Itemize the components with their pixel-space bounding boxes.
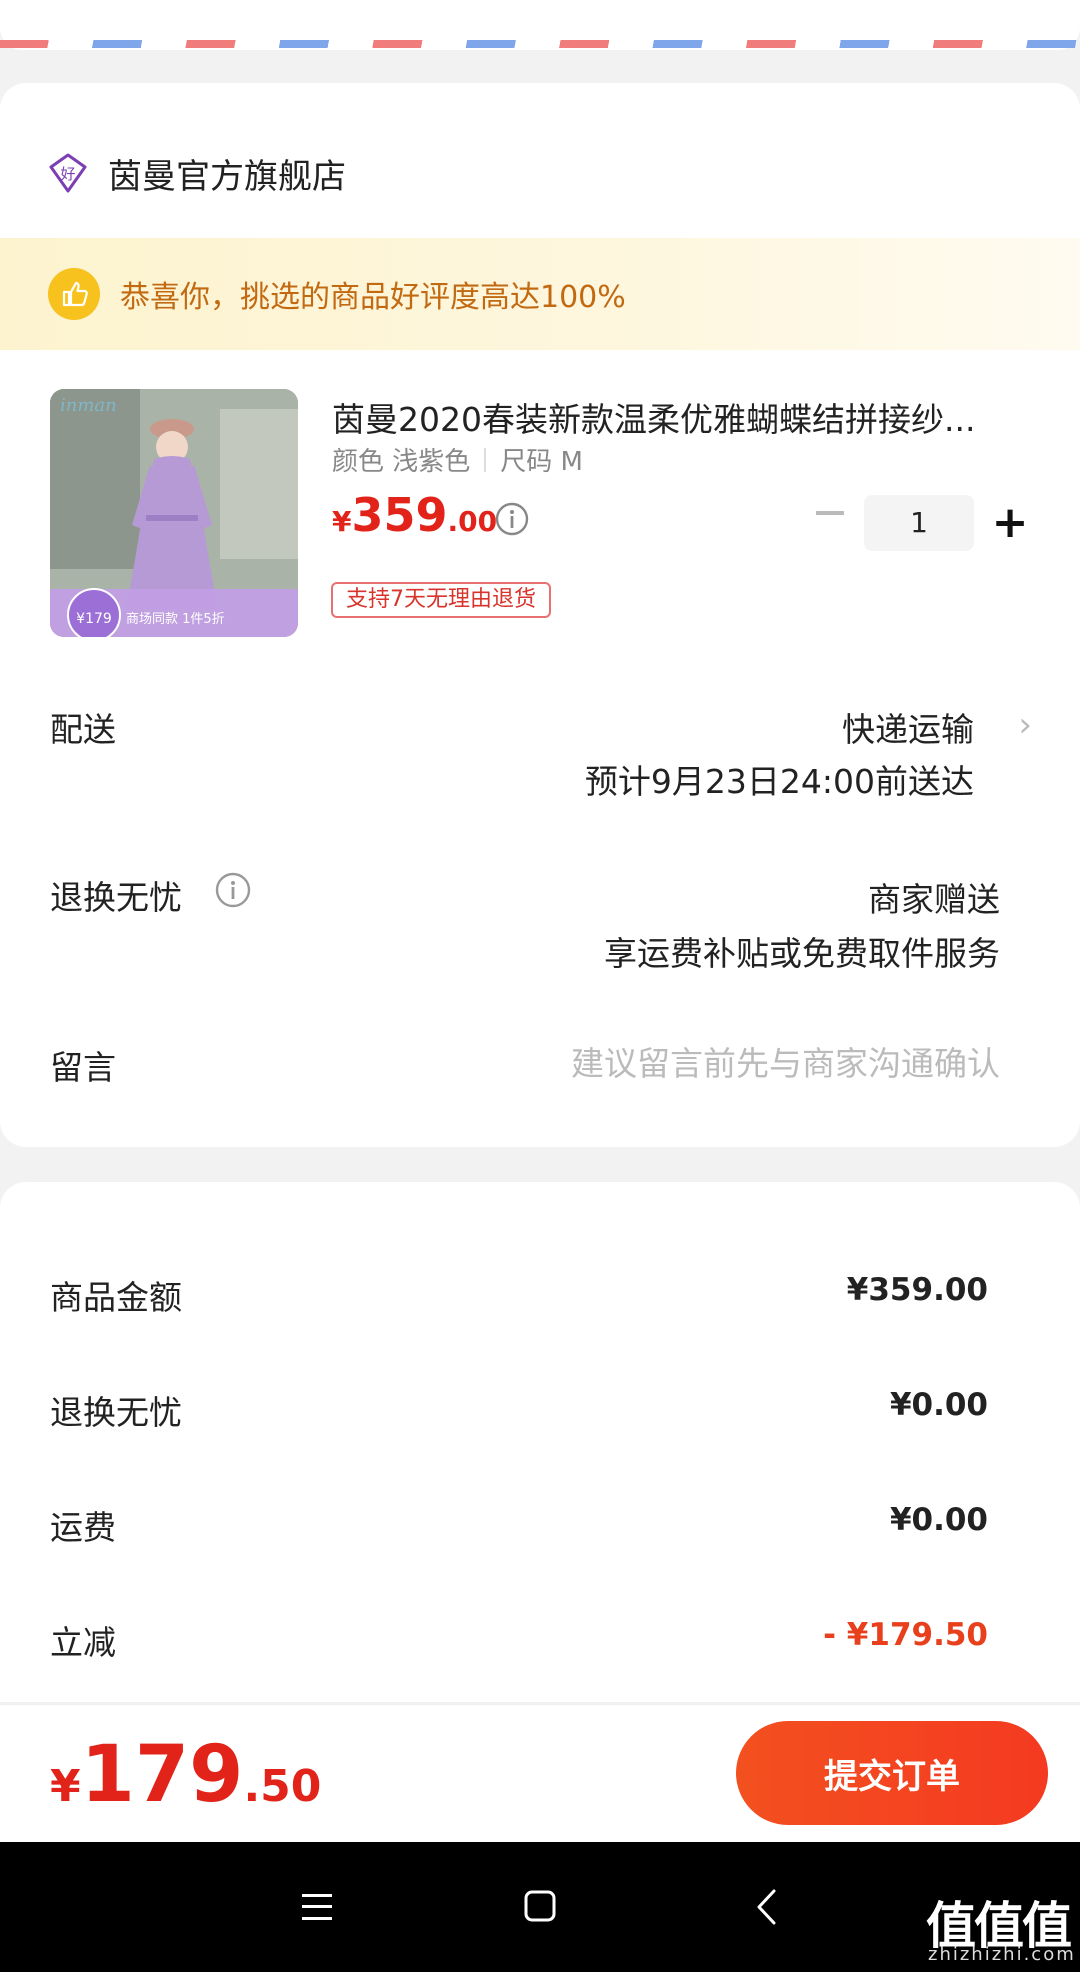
message-label: 留言: [50, 1048, 116, 1087]
product-price: ¥ 359 .00: [332, 488, 497, 542]
return-policy-badge: 支持7天无理由退货: [331, 582, 551, 618]
product-image[interactable]: inman ¥179 商场同款 1件5折: [50, 389, 298, 637]
discount-value: - ¥179.50: [823, 1617, 988, 1653]
delivery-eta: 预计9月23日24:00前送达: [584, 762, 974, 801]
submit-order-button[interactable]: 提交订单: [736, 1721, 1048, 1825]
product-spec[interactable]: 颜色 浅紫色 尺码 M: [332, 441, 583, 478]
discount-label: 立减: [50, 1623, 116, 1662]
total-symbol: ¥: [50, 1761, 81, 1812]
return-fee-label: 退换无忧: [50, 1393, 182, 1432]
goods-amount-value: ¥359.00: [846, 1272, 988, 1308]
shipping-value: ¥0.00: [889, 1502, 988, 1538]
delivery-method[interactable]: 快递运输: [842, 703, 974, 751]
store-icon-text: 好: [60, 165, 75, 183]
info-icon[interactable]: [214, 871, 252, 909]
price-decimal: .00: [447, 505, 498, 538]
price-symbol: ¥: [332, 505, 352, 538]
chevron-right-icon[interactable]: ›: [1018, 705, 1032, 745]
airmail-stripe-divider: [0, 40, 1080, 48]
delivery-label: 配送: [50, 710, 116, 749]
promo-banner: 恭喜你，挑选的商品好评度高达100%: [0, 238, 1080, 350]
goods-amount-label: 商品金额: [50, 1278, 182, 1317]
back-icon[interactable]: [754, 1888, 780, 1926]
watermark-url: zhizhizhi.com: [928, 1944, 1076, 1965]
product-size: 尺码 M: [500, 447, 583, 477]
product-image-brand: inman: [60, 395, 117, 416]
return-service-label: 退换无忧: [50, 878, 182, 917]
shipping-label: 运费: [50, 1508, 116, 1547]
quantity-minus-button[interactable]: [810, 493, 850, 533]
thumbs-up-icon: [48, 268, 100, 320]
return-service-desc: 享运费补贴或免费取件服务: [604, 934, 1000, 973]
product-color: 颜色 浅紫色: [332, 447, 471, 477]
diamond-hao-icon: 好: [49, 153, 87, 193]
menu-icon[interactable]: [300, 1892, 334, 1922]
product-image-badge-price: ¥179: [76, 611, 112, 627]
store-header[interactable]: 好 茵曼官方旗舰店: [48, 143, 346, 203]
message-input[interactable]: [440, 1035, 1000, 1091]
promo-text: 恭喜你，挑选的商品好评度高达100%: [120, 280, 626, 315]
total-integer: 179: [80, 1730, 244, 1820]
minus-icon: [816, 511, 844, 515]
total-decimal: .50: [243, 1761, 322, 1812]
return-fee-value: ¥0.00: [889, 1387, 988, 1423]
quantity-input[interactable]: 1: [864, 495, 974, 551]
return-service-gift: 商家赠送: [868, 880, 1000, 919]
price-summary-card: 商品金额 ¥359.00 退换无忧 ¥0.00 运费 ¥0.00 立减 - ¥1…: [0, 1182, 1080, 1702]
total-price: ¥ 179 .50: [50, 1730, 321, 1820]
quantity-plus-button[interactable]: +: [990, 493, 1030, 553]
spec-divider: [484, 447, 487, 472]
order-card: 好 茵曼官方旗舰店 恭喜你，挑选的商品好评度高达100% inman ¥179: [0, 83, 1080, 1147]
product-title[interactable]: 茵曼2020春装新款温柔优雅蝴蝶结拼接纱...: [332, 393, 1032, 441]
home-icon[interactable]: [524, 1890, 556, 1922]
product-image-badge-text: 商场同款 1件5折: [126, 612, 225, 627]
store-name: 茵曼官方旗舰店: [108, 156, 346, 197]
info-icon[interactable]: [494, 501, 530, 537]
price-integer: 359: [351, 488, 448, 542]
